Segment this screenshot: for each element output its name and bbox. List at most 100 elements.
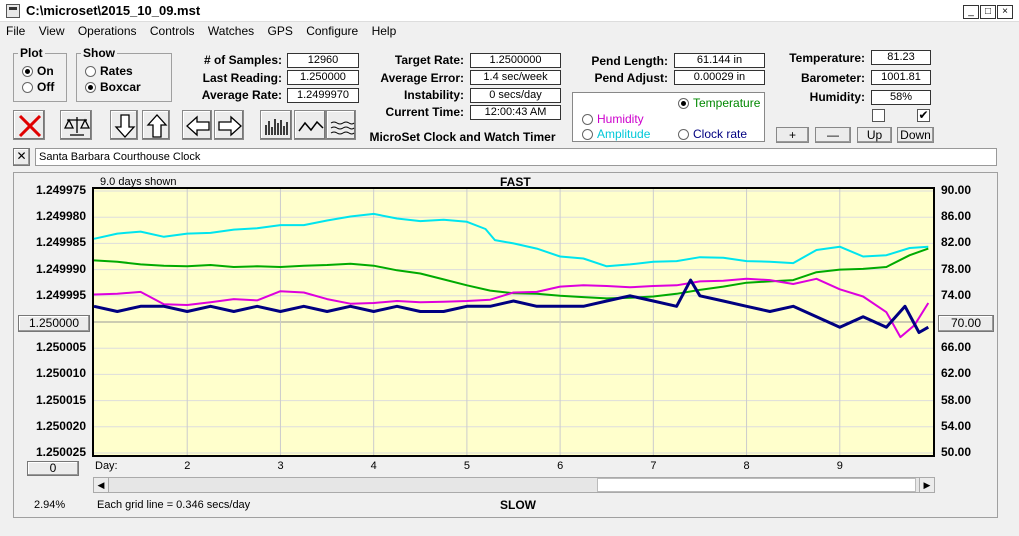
wave-button[interactable]: [294, 110, 326, 140]
barometer-field: 1001.81: [871, 70, 931, 85]
scale-up-button[interactable]: Up: [857, 127, 892, 143]
left-tick-label: 1.249980: [35, 209, 86, 224]
left-tick-label: 1.250015: [35, 392, 86, 407]
arrow-up-button[interactable]: [142, 110, 170, 140]
menu-help[interactable]: Help: [367, 22, 402, 40]
x-tick-label: 9: [836, 460, 843, 472]
show-rates-radio[interactable]: Rates: [85, 64, 133, 78]
description-input[interactable]: Santa Barbara Courthouse Clock: [35, 148, 997, 166]
average-error-label: Average Error:: [380, 71, 464, 85]
humidity-label: Humidity:: [809, 90, 865, 104]
temp-center-button[interactable]: 70.00: [938, 315, 994, 332]
scale-plus-button[interactable]: +: [776, 127, 809, 143]
left-tick-label: 1.250025: [35, 445, 86, 459]
radio-dot: [85, 81, 96, 93]
right-tick-label: 86.00: [941, 209, 972, 224]
minimize-button[interactable]: _: [963, 5, 979, 19]
x-tick-label: 4: [370, 460, 377, 472]
last-reading-label: Last Reading:: [202, 71, 282, 85]
description-close-button[interactable]: ✕: [13, 148, 30, 166]
horizontal-scrollbar[interactable]: ◀ ▶: [93, 477, 935, 493]
average-error-field: 1.4 sec/week: [470, 70, 561, 85]
sensor-amplitude-radio[interactable]: Amplitude: [582, 127, 650, 141]
right-tick-label: 74.00: [941, 287, 972, 302]
arrow-left-button[interactable]: [182, 110, 212, 140]
x-tick-label: 8: [743, 460, 750, 472]
balance-scale-icon: [63, 117, 91, 136]
sensor-humidity-label: Humidity: [597, 112, 644, 126]
menu-controls[interactable]: Controls: [145, 22, 200, 40]
right-tick-label: 66.00: [941, 340, 972, 355]
clear-button[interactable]: [13, 110, 45, 140]
noise-button[interactable]: [326, 110, 356, 140]
radio-dot: [582, 113, 593, 125]
sensor-amplitude-label: Amplitude: [597, 127, 651, 141]
radio-dot: [85, 65, 96, 77]
show-rates-label: Rates: [100, 64, 133, 78]
left-tick-label: 1.250010: [35, 366, 86, 381]
menu-gps[interactable]: GPS: [263, 22, 298, 40]
plot-on-radio[interactable]: On: [22, 64, 54, 78]
close-button[interactable]: ×: [997, 5, 1013, 19]
scale-minus-button[interactable]: —: [815, 127, 851, 143]
menu-configure[interactable]: Configure: [301, 22, 363, 40]
radio-dot: [22, 65, 33, 77]
right-checkbox[interactable]: ✔: [917, 109, 930, 122]
pend-adjust-label: Pend Adjust:: [594, 71, 668, 85]
plot-off-label: Off: [37, 80, 55, 94]
show-boxcar-radio[interactable]: Boxcar: [85, 80, 141, 94]
menu-file[interactable]: File: [0, 22, 30, 40]
scale-down-button[interactable]: Down: [897, 127, 934, 143]
menu-operations[interactable]: Operations: [73, 22, 142, 40]
x-tick-label: 7: [650, 460, 657, 472]
x-tick-label: 5: [463, 460, 470, 472]
window-title: C:\microset\2015_10_09.mst: [26, 3, 201, 18]
target-rate-label: Target Rate:: [394, 53, 464, 67]
ripple-icon: [330, 121, 355, 135]
left-tick-label: 1.249975: [35, 183, 86, 197]
average-rate-field: 1.2499970: [287, 88, 359, 103]
right-tick-label: 58.00: [941, 392, 972, 407]
right-tick-label: 54.00: [941, 418, 972, 433]
sensor-humidity-radio[interactable]: Humidity: [582, 112, 644, 126]
maximize-button[interactable]: □: [980, 5, 996, 19]
left-tick-label: 1.249995: [35, 287, 86, 302]
x-tick-label: 6: [557, 460, 564, 472]
average-rate-label: Average Rate:: [201, 88, 282, 102]
day-axis-label: Day:: [95, 460, 118, 472]
samples-label: # of Samples:: [203, 53, 282, 67]
balance-button[interactable]: [60, 110, 92, 140]
arrow-down-icon: [114, 114, 136, 138]
plot-off-radio[interactable]: Off: [22, 80, 54, 94]
radio-dot: [582, 128, 593, 140]
right-tick-label: 50.00: [941, 445, 972, 459]
scroll-right-icon[interactable]: ▶: [919, 478, 934, 492]
sensor-temperature-radio[interactable]: Temperature: [678, 96, 760, 110]
left-tick-label: 1.250005: [35, 340, 86, 355]
arrow-up-icon: [146, 114, 168, 138]
sensor-clock-rate-radio[interactable]: Clock rate: [678, 127, 747, 141]
scroll-left-icon[interactable]: ◀: [94, 478, 109, 492]
arrow-down-button[interactable]: [110, 110, 138, 140]
menu-view[interactable]: View: [34, 22, 70, 40]
left-checkbox[interactable]: [872, 109, 885, 122]
radio-dot: [678, 128, 689, 140]
bar-graph-icon: [265, 119, 288, 135]
instability-label: Instability:: [403, 88, 464, 102]
right-tick-label: 78.00: [941, 261, 972, 276]
show-group-legend: Show: [83, 46, 115, 60]
plot-group-legend: Plot: [20, 46, 43, 60]
scroll-thumb[interactable]: [597, 478, 916, 492]
samples-field: 12960: [287, 53, 359, 68]
temperature-label: Temperature:: [789, 51, 865, 65]
rate-center-button[interactable]: 1.250000: [18, 315, 90, 332]
radio-dot: [678, 97, 689, 109]
arrow-right-button[interactable]: [214, 110, 244, 140]
radio-dot: [22, 81, 33, 93]
offset-button[interactable]: 0: [27, 461, 79, 476]
left-tick-label: 1.250020: [35, 418, 86, 433]
menu-watches[interactable]: Watches: [203, 22, 259, 40]
bars-button[interactable]: [260, 110, 292, 140]
rate-chart: [92, 187, 935, 457]
current-time-field: 12:00:43 AM: [470, 105, 561, 120]
